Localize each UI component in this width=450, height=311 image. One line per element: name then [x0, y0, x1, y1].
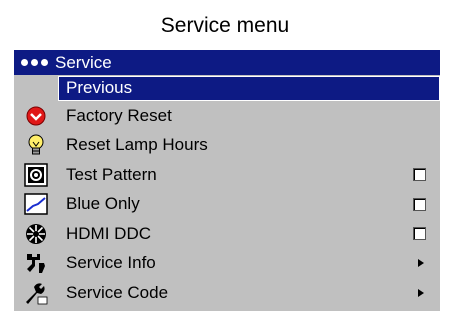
menu-item-test-pattern[interactable]: Test Pattern: [14, 160, 440, 190]
service-code-icon: [24, 281, 48, 305]
submenu-arrow-icon: [418, 288, 424, 297]
service-menu: Service Previous Factory Reset Reset Lam…: [13, 49, 440, 311]
lamp-icon: [24, 133, 48, 157]
test-pattern-icon: [24, 163, 48, 187]
menu-item-label: Reset Lamp Hours: [66, 135, 208, 155]
menu-item-label: Factory Reset: [66, 105, 172, 125]
hdmi-ddc-checkbox[interactable]: [413, 227, 426, 241]
blue-only-icon: [24, 192, 48, 216]
menu-title-bar: Service: [14, 50, 440, 75]
figure-caption: Service menu: [160, 14, 290, 37]
blue-only-checkbox[interactable]: [413, 197, 426, 211]
test-pattern-checkbox[interactable]: [413, 168, 426, 182]
menu-item-label: Service Info: [66, 253, 156, 273]
service-info-icon: [24, 251, 48, 275]
menu-item-reset-lamp-hours[interactable]: Reset Lamp Hours: [14, 131, 440, 161]
menu-title: Service: [55, 52, 112, 72]
menu-item-previous[interactable]: Previous: [14, 75, 440, 101]
menu-item-label: Test Pattern: [66, 164, 157, 184]
menu-item-service-code[interactable]: Service Code: [14, 278, 440, 308]
menu-item-blue-only[interactable]: Blue Only: [14, 190, 440, 220]
menu-item-service-info[interactable]: Service Info: [14, 249, 440, 279]
menu-item-label: Blue Only: [66, 194, 140, 214]
factory-reset-icon: [24, 104, 48, 128]
menu-item-label: Service Code: [66, 282, 169, 302]
menu-item-label: HDMI DDC: [66, 223, 151, 243]
menu-item-hdmi-ddc[interactable]: HDMI DDC: [14, 219, 440, 249]
menu-item-factory-reset[interactable]: Factory Reset: [14, 101, 440, 131]
hdmi-ddc-icon: [24, 222, 48, 246]
menu-item-previous-label[interactable]: Previous: [58, 75, 440, 101]
submenu-arrow-icon: [418, 259, 424, 268]
menu-dots-icon: [21, 59, 55, 66]
